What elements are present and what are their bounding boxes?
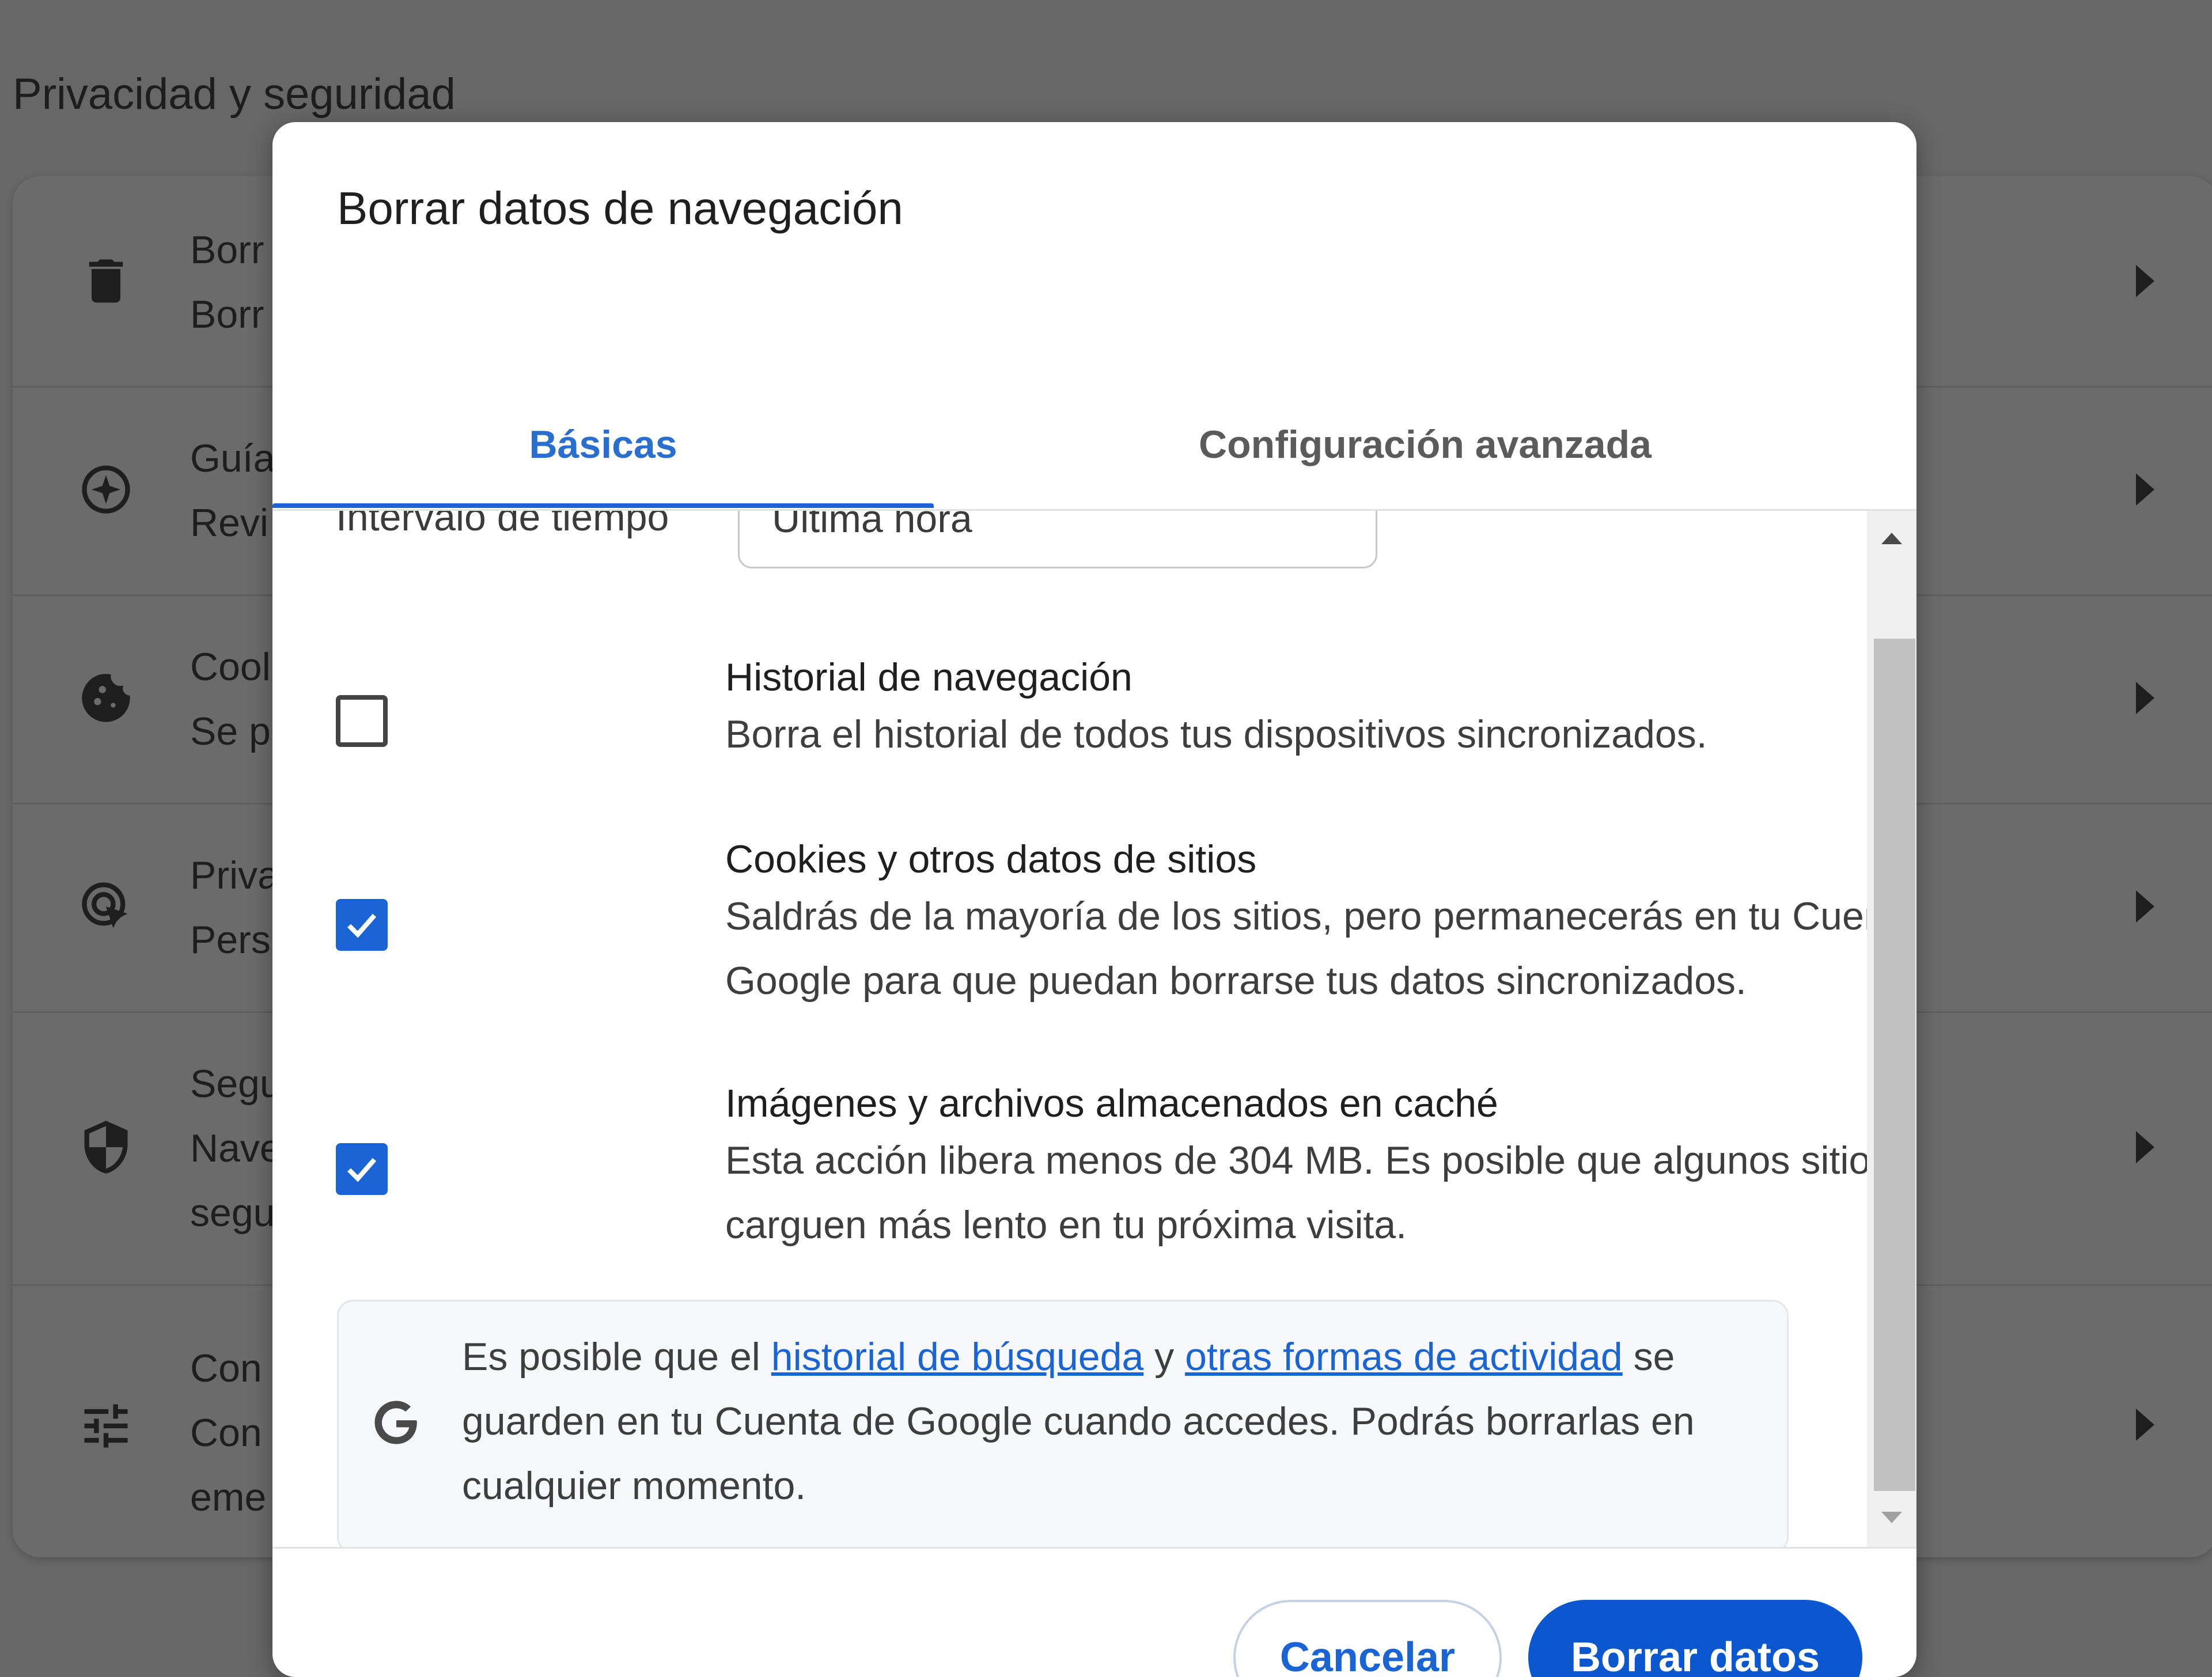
checkbox-browsing-history[interactable] [336, 695, 388, 747]
scrollbar[interactable] [1867, 511, 1916, 1547]
privacy-sandbox-icon [77, 878, 135, 935]
scrollbar-thumb[interactable] [1874, 639, 1915, 1491]
info-text-part: Es posible que el [462, 1335, 771, 1379]
check-icon [347, 913, 377, 938]
option-description: Esta acción libera menos de 304 MB. Es p… [725, 1139, 1916, 1247]
dialog-scroll-area[interactable]: Intervalo de tiempo Última hora Historia… [272, 511, 1916, 1547]
option-description: Borra el historial de todos tus disposit… [725, 712, 1707, 756]
row-title: Cool [190, 645, 271, 689]
row-subtitle: Con [190, 1411, 262, 1455]
row-title: Borr [190, 228, 264, 272]
shield-icon [77, 1118, 135, 1176]
row-subtitle-cont: segu [190, 1191, 275, 1235]
active-tab-indicator [272, 503, 934, 508]
chevron-right-icon [2136, 682, 2154, 714]
cancel-button[interactable]: Cancelar [1233, 1600, 1502, 1677]
option-cached-images: Imágenes y archivos almacenados en caché… [336, 1081, 1916, 1265]
clear-data-button[interactable]: Borrar datos [1528, 1600, 1862, 1677]
chevron-right-icon [2136, 1409, 2154, 1441]
time-range-label: Intervalo de tiempo [336, 511, 669, 539]
option-browsing-history: Historial de navegación Borra el histori… [336, 655, 1764, 793]
scroll-down-arrow-icon[interactable] [1881, 1512, 1902, 1523]
chevron-right-icon [2136, 1131, 2154, 1163]
row-title: Segu [190, 1062, 282, 1106]
row-subtitle-cont: eme [190, 1475, 267, 1519]
row-title: Con [190, 1346, 262, 1390]
option-title: Cookies y otros datos de sitios [725, 837, 1257, 881]
chevron-right-icon [2136, 265, 2154, 297]
chevron-right-icon [2136, 473, 2154, 506]
tab-basic[interactable]: Básicas [272, 375, 934, 514]
time-range-select[interactable]: Última hora [738, 511, 1377, 568]
tab-advanced[interactable]: Configuración avanzada [934, 375, 1916, 514]
clear-browsing-data-dialog: Borrar datos de navegación Básicas Confi… [272, 122, 1916, 1677]
option-title: Historial de navegación [725, 655, 1132, 699]
search-history-link[interactable]: historial de búsqueda [771, 1335, 1143, 1379]
info-text: Es posible que el historial de búsqueda … [462, 1325, 1764, 1518]
other-activity-link[interactable]: otras formas de actividad [1185, 1335, 1623, 1379]
time-range-value: Última hora [772, 511, 972, 541]
row-title: Priva [190, 853, 279, 897]
option-title: Imágenes y archivos almacenados en caché [725, 1082, 1498, 1125]
google-g-icon [374, 1401, 419, 1444]
dialog-title: Borrar datos de navegación [337, 183, 903, 234]
check-icon [347, 1158, 377, 1182]
info-text-part: y [1143, 1335, 1185, 1379]
checkbox-cached-images[interactable] [336, 1143, 388, 1195]
row-subtitle: Borr [190, 293, 264, 336]
row-subtitle: Nave [190, 1126, 282, 1170]
option-description: Saldrás de la mayoría de los sitios, per… [725, 894, 1916, 1003]
cookie-icon [77, 669, 135, 727]
footer-divider [272, 1547, 1916, 1549]
section-title: Privacidad y seguridad [13, 70, 456, 119]
trash-icon [77, 252, 135, 310]
row-subtitle: Pers [190, 918, 271, 962]
scroll-up-arrow-icon[interactable] [1881, 533, 1902, 544]
tab-bar: Básicas Configuración avanzada [272, 375, 1916, 514]
google-account-info-box: Es posible que el historial de búsqueda … [337, 1300, 1789, 1547]
tune-icon [77, 1397, 135, 1455]
option-cookies: Cookies y otros datos de sitios Saldrás … [336, 837, 1916, 1021]
row-title: Guía [190, 437, 275, 480]
row-subtitle: Revi [190, 501, 269, 545]
chevron-right-icon [2136, 890, 2154, 923]
checkbox-cookies[interactable] [336, 899, 388, 951]
compass-icon [77, 461, 135, 518]
row-subtitle: Se p [190, 709, 271, 753]
